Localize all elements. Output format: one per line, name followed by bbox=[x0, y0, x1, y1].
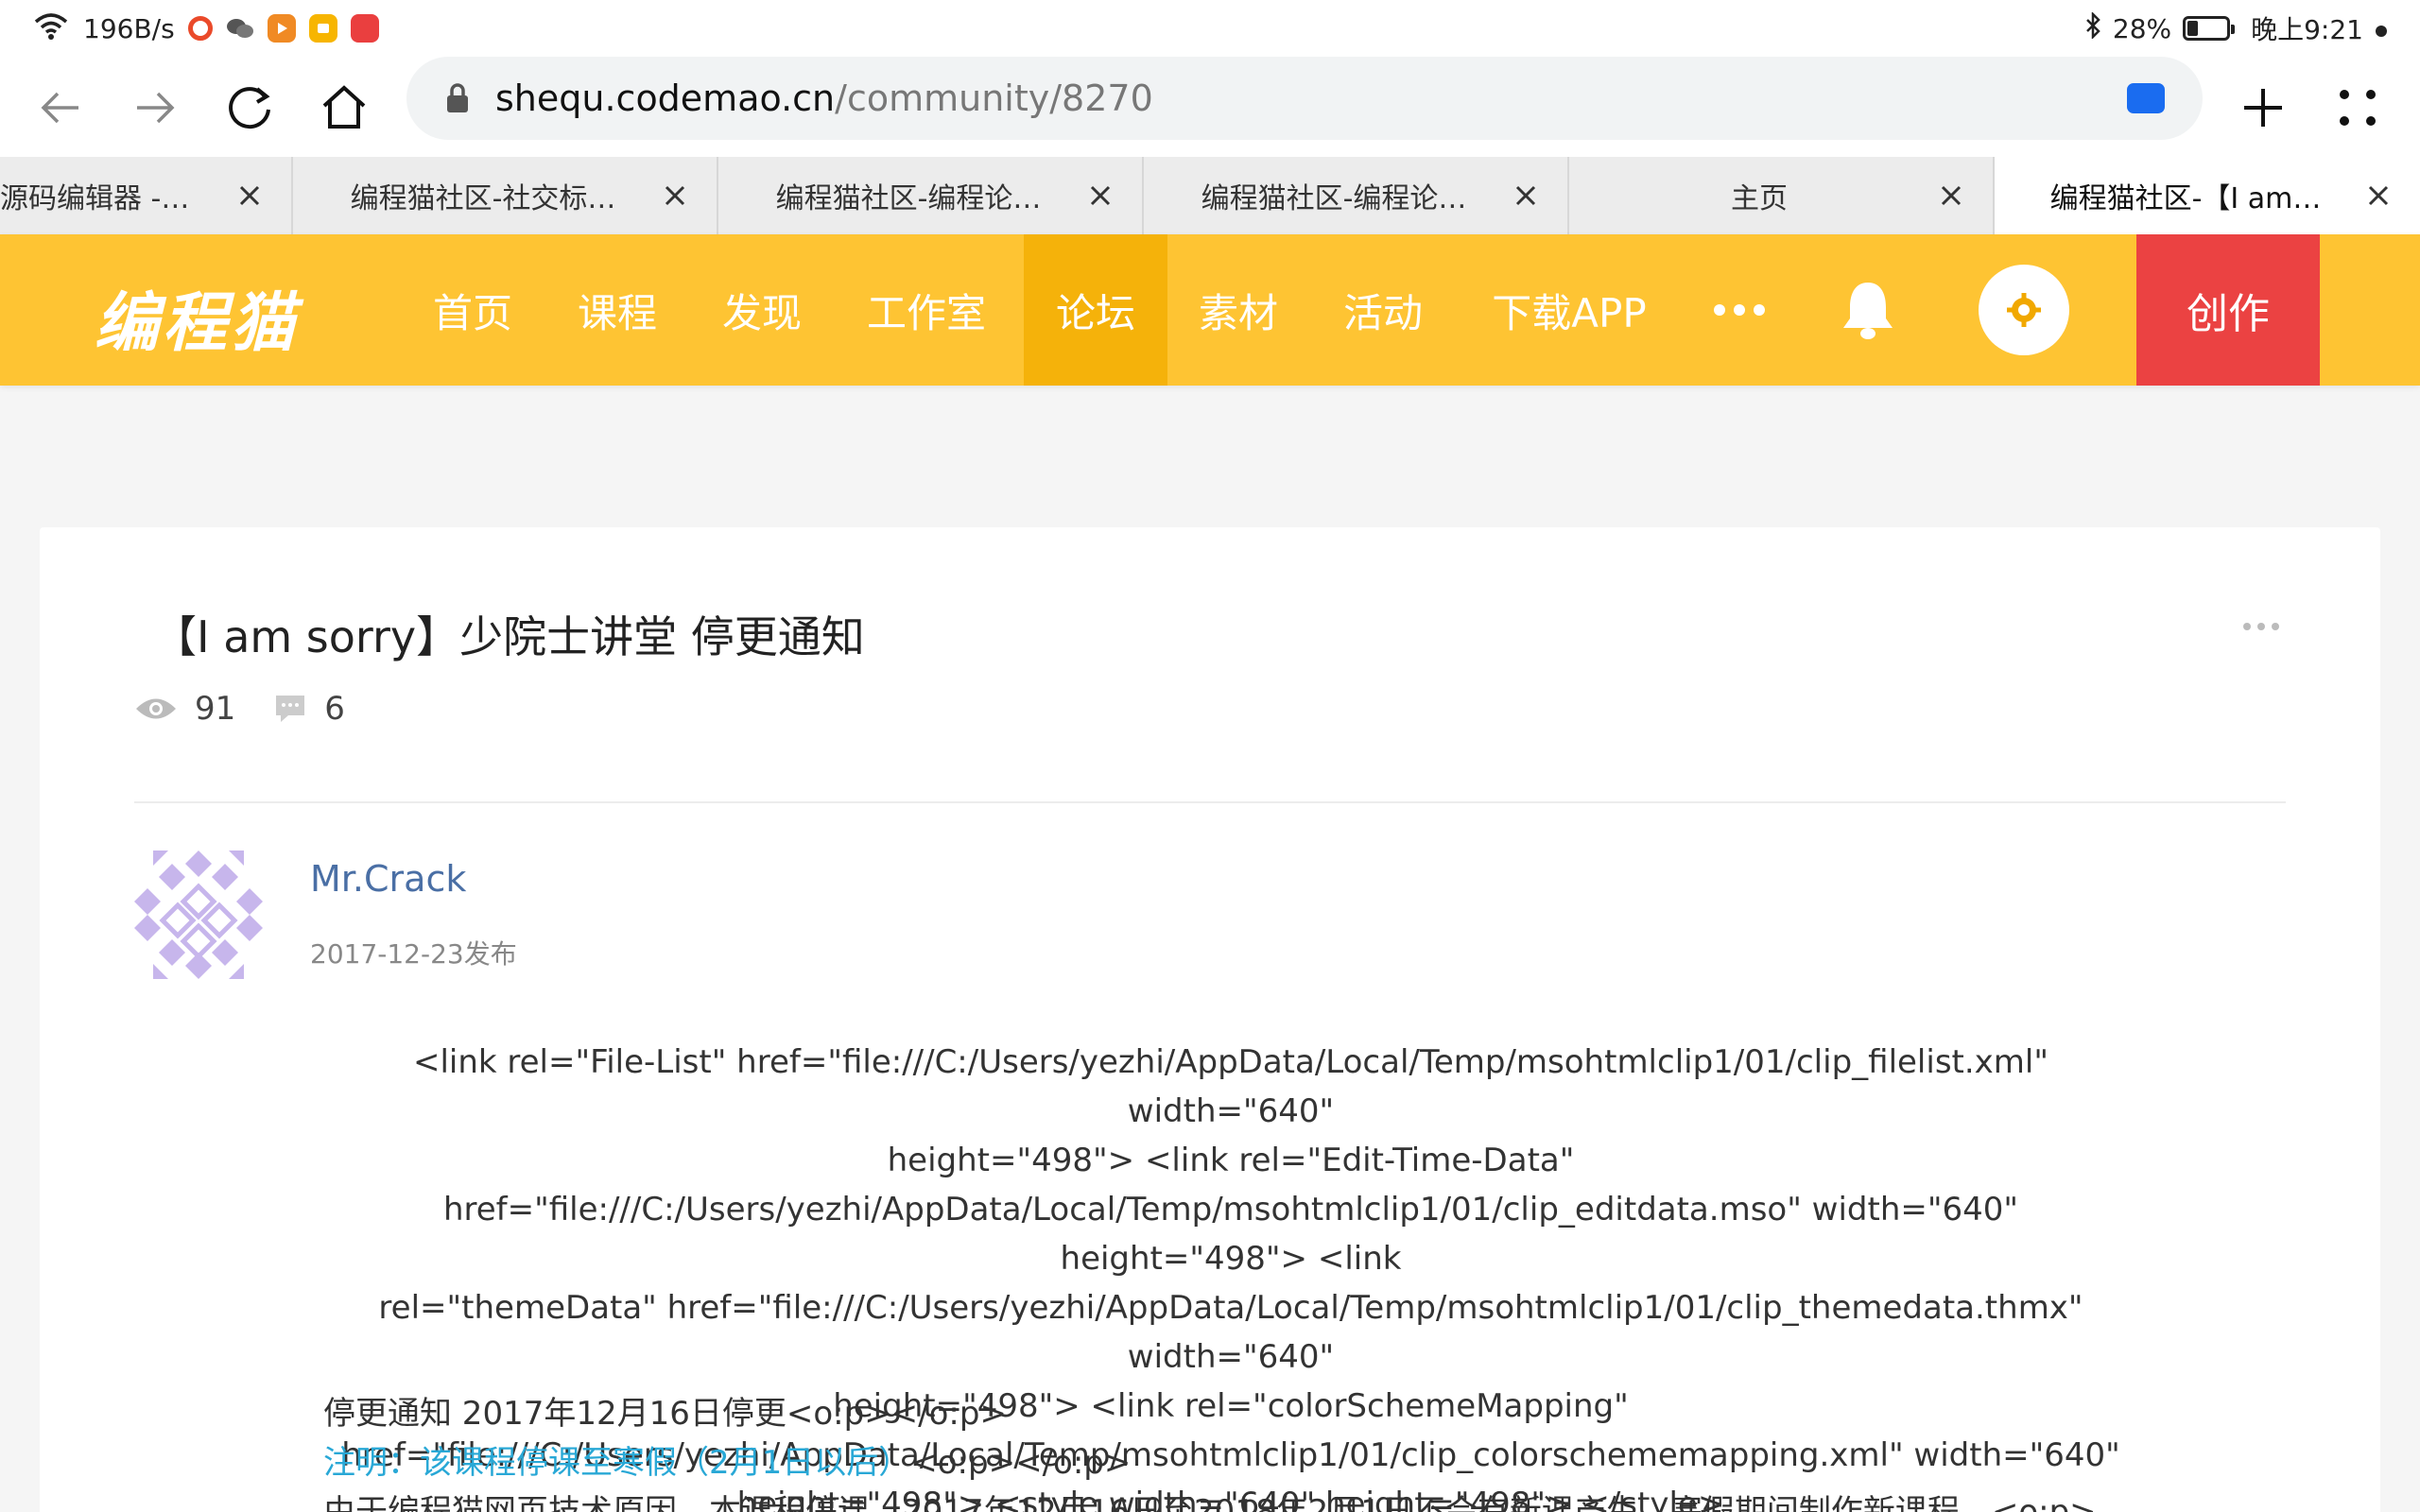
back-button[interactable] bbox=[15, 62, 106, 153]
status-bar: 196B/s 28% 晚上9:21 bbox=[0, 0, 2420, 57]
body-text-line: height="498"> <link rel="Edit-Time-Data" bbox=[887, 1142, 1575, 1179]
body-text-line: rel="themeData" href="file:///C:/Users/y… bbox=[378, 1289, 2083, 1376]
comment-icon bbox=[276, 696, 305, 722]
create-button[interactable]: 创作 bbox=[2136, 234, 2320, 386]
avatar-gear-icon bbox=[2007, 293, 2041, 327]
arrow-left-icon bbox=[41, 92, 78, 124]
body-text-line: href="file:///C:/Users/yezhi/AppData/Loc… bbox=[442, 1191, 2019, 1278]
wifi-icon bbox=[32, 11, 70, 46]
divider bbox=[134, 801, 2286, 803]
screen-cast-icon[interactable] bbox=[2127, 83, 2165, 113]
eye-icon bbox=[136, 698, 176, 719]
body-note-blue: 注明：该课程停课至寒假（2月1日以后） bbox=[323, 1444, 911, 1482]
post-title: 【I am sorry】少院士讲堂 停更通知 bbox=[153, 611, 865, 662]
post-more-button[interactable] bbox=[2242, 618, 2299, 637]
clock: 晚上9:21 bbox=[2251, 14, 2363, 45]
video-app-icon bbox=[267, 14, 296, 43]
body-text-line: <link rel="File-List" href="file:///C:/U… bbox=[412, 1043, 2048, 1130]
nav-materials[interactable]: 素材 bbox=[1172, 234, 1305, 386]
reload-button[interactable] bbox=[204, 62, 295, 153]
forward-button[interactable] bbox=[110, 62, 200, 153]
close-icon[interactable] bbox=[1081, 177, 1119, 215]
huawei-app-icon bbox=[350, 14, 379, 43]
more-dots-icon bbox=[1714, 304, 1765, 316]
menu-button[interactable] bbox=[2312, 62, 2403, 153]
nav-courses[interactable]: 课程 bbox=[551, 234, 683, 386]
tab-1[interactable]: 源码编辑器 -… bbox=[0, 157, 293, 234]
tab-4[interactable]: 编程猫社区-编程论… bbox=[1144, 157, 1569, 234]
post-stats: 91 6 bbox=[134, 690, 383, 728]
home-button[interactable] bbox=[299, 62, 389, 153]
tab-6-active[interactable]: 编程猫社区-【I am… bbox=[1995, 157, 2420, 234]
nav-download-app[interactable]: 下载APP bbox=[1475, 234, 1664, 386]
net-speed: 196B/s bbox=[83, 12, 175, 44]
address-bar[interactable]: shequ.codemao.cn /community/8270 bbox=[406, 57, 2203, 140]
nav-studio[interactable]: 工作室 bbox=[846, 234, 1007, 386]
battery-percent: 28% bbox=[2112, 12, 2172, 44]
url-path: /community/8270 bbox=[835, 77, 1153, 119]
arrow-right-icon bbox=[137, 92, 175, 124]
home-icon bbox=[322, 85, 366, 129]
close-icon[interactable] bbox=[231, 177, 268, 215]
site-nav: 编程猫 首页 课程 发现 工作室 论坛 素材 活动 下载APP 创作 bbox=[0, 234, 2420, 386]
close-icon[interactable] bbox=[2360, 177, 2397, 215]
plus-icon bbox=[2244, 89, 2282, 127]
nav-discover[interactable]: 发现 bbox=[696, 234, 828, 386]
new-tab-button[interactable] bbox=[2218, 62, 2308, 153]
notification-bell-icon[interactable] bbox=[1839, 279, 1897, 341]
close-icon[interactable] bbox=[1932, 177, 1970, 215]
browser-toolbar: shequ.codemao.cn /community/8270 bbox=[0, 57, 2420, 157]
notes-app-icon bbox=[308, 14, 337, 43]
bluetooth-icon bbox=[2084, 10, 2101, 45]
tab-2[interactable]: 编程猫社区-社交标… bbox=[293, 157, 718, 234]
view-count: 91 bbox=[195, 690, 236, 728]
nav-more-button[interactable] bbox=[1711, 234, 1768, 386]
tab-5[interactable]: 主页 bbox=[1569, 157, 1995, 234]
body-stop-notice: 停更通知 2017年12月16日停更<o:p></o:p> bbox=[323, 1395, 1007, 1433]
reload-icon bbox=[229, 87, 270, 129]
body-note: 注明：该课程停课至寒假（2月1日以后）<o:p></o:p> bbox=[323, 1436, 1131, 1483]
close-icon[interactable] bbox=[1507, 177, 1545, 215]
site-logo[interactable]: 编程猫 bbox=[95, 270, 299, 364]
signal-dot-icon bbox=[2375, 13, 2388, 44]
tab-strip: 源码编辑器 -… 编程猫社区-社交标… 编程猫社区-编程论… 编程猫社区-编程论… bbox=[0, 157, 2420, 234]
lock-icon bbox=[444, 82, 471, 114]
app-notification-icon bbox=[187, 16, 213, 41]
body-reason: 由于编程猫网页技术原因，本课程停课，2017年12月16日至2018年2月1日不… bbox=[323, 1493, 2097, 1512]
author-avatar[interactable] bbox=[134, 850, 263, 979]
url-host: shequ.codemao.cn bbox=[495, 77, 836, 119]
tab-3[interactable]: 编程猫社区-编程论… bbox=[718, 157, 1144, 234]
nav-events[interactable]: 活动 bbox=[1317, 234, 1449, 386]
author-name-link[interactable]: Mr.Crack bbox=[310, 858, 466, 900]
user-avatar[interactable] bbox=[1979, 265, 2069, 355]
more-dots-icon bbox=[2243, 623, 2279, 630]
close-icon[interactable] bbox=[656, 177, 694, 215]
body-note-tail: <o:p></o:p> bbox=[910, 1444, 1132, 1482]
nav-home[interactable]: 首页 bbox=[406, 234, 539, 386]
battery-icon bbox=[2183, 16, 2236, 41]
wechat-icon bbox=[226, 14, 254, 43]
nav-forum[interactable]: 论坛 bbox=[1024, 234, 1167, 386]
four-dots-icon bbox=[2340, 90, 2376, 126]
post-date: 2017-12-23发布 bbox=[310, 938, 517, 970]
post-card: 【I am sorry】少院士讲堂 停更通知 91 6 Mr.Crack 201… bbox=[40, 527, 2380, 1512]
comment-count: 6 bbox=[324, 690, 345, 728]
